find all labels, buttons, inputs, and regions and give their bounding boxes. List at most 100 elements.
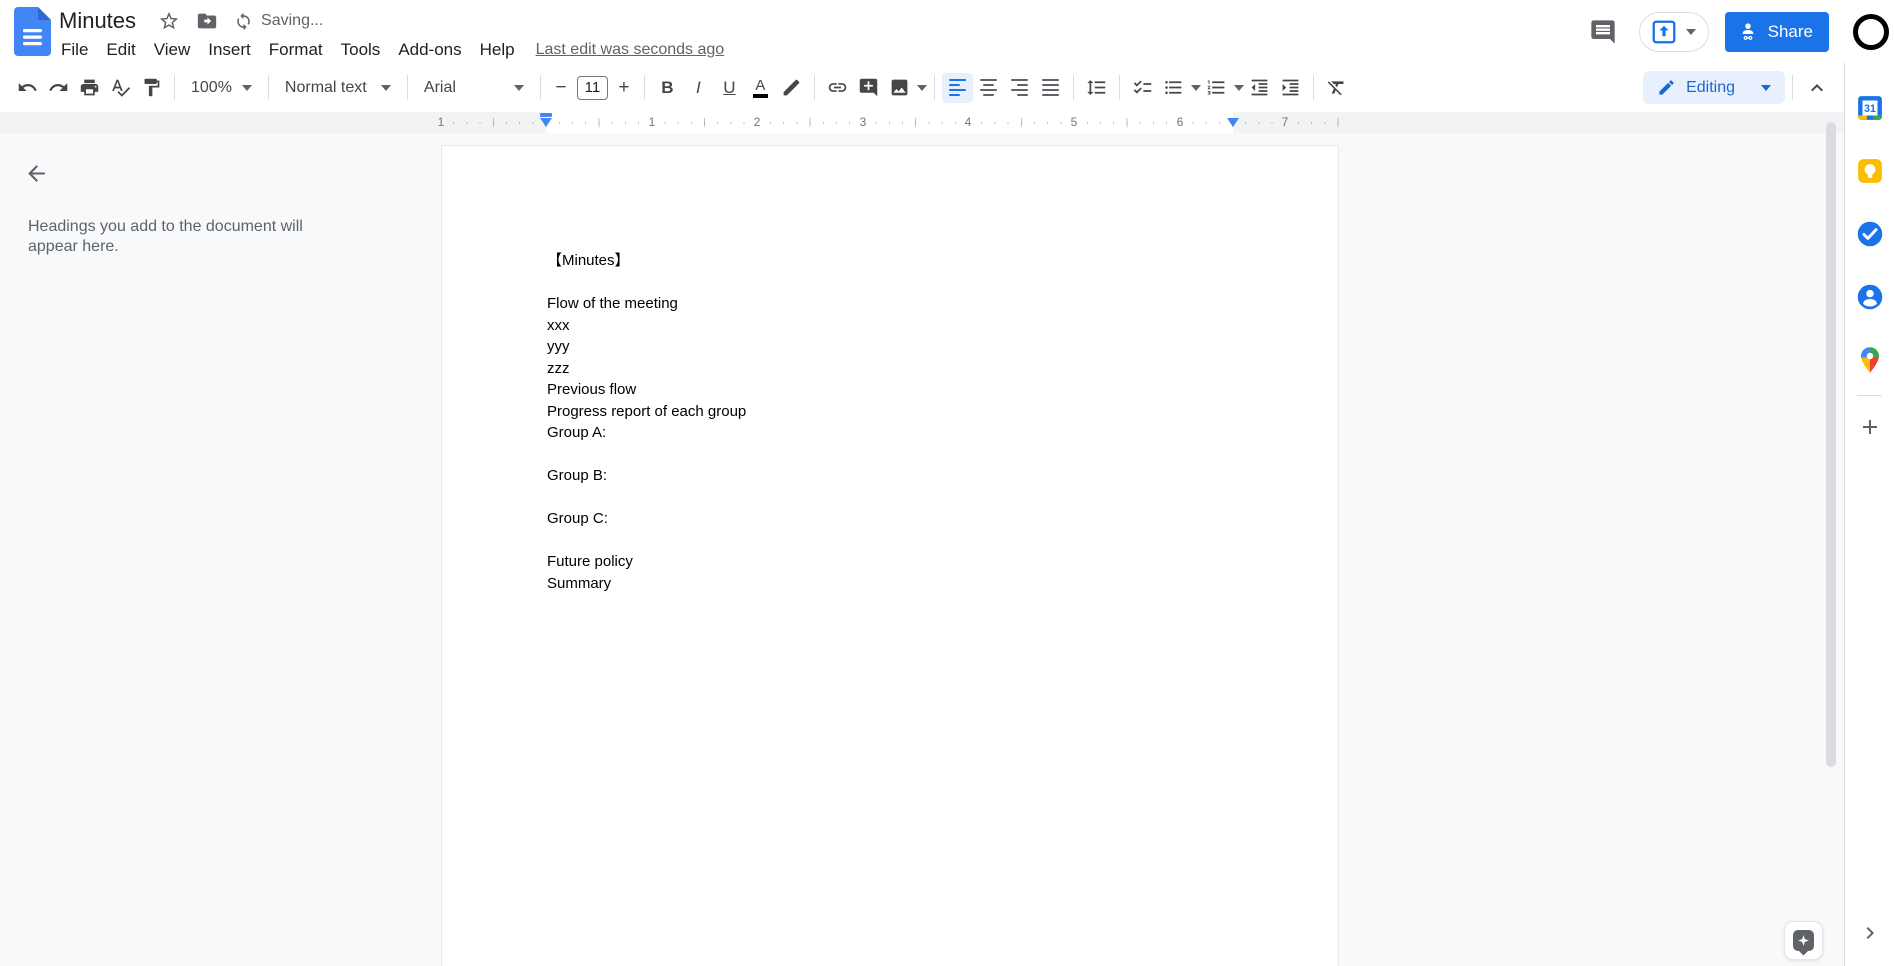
align-left-button[interactable]: [941, 72, 973, 103]
menu-addons[interactable]: Add-ons: [389, 37, 470, 63]
clear-formatting-button[interactable]: [1321, 73, 1352, 103]
doc-line[interactable]: yyy: [547, 336, 746, 358]
google-contacts-icon[interactable]: [1855, 282, 1885, 312]
doc-line[interactable]: 【Minutes】: [547, 250, 746, 272]
google-maps-icon[interactable]: [1855, 345, 1885, 375]
saving-status: Saving...: [234, 12, 323, 31]
zoom-select[interactable]: 100%: [182, 73, 261, 103]
toolbar-separator: [539, 75, 541, 100]
undo-button[interactable]: [12, 73, 43, 103]
paint-format-button[interactable]: [136, 73, 167, 103]
paragraph-style-select[interactable]: Normal text: [276, 73, 400, 103]
redo-button[interactable]: [43, 73, 74, 103]
justify-button[interactable]: [1035, 73, 1066, 103]
toolbar-separator: [1312, 75, 1314, 100]
align-right-icon: [1010, 79, 1028, 96]
comment-history-icon[interactable]: [1589, 18, 1617, 46]
side-panel: 31: [1844, 63, 1894, 966]
move-folder-icon[interactable]: [196, 10, 218, 32]
mode-label: Editing: [1686, 78, 1735, 96]
first-line-indent-marker[interactable]: [540, 113, 552, 117]
menu-view[interactable]: View: [145, 37, 200, 63]
docs-logo[interactable]: [14, 7, 51, 56]
share-label: Share: [1767, 21, 1813, 41]
checklist-button[interactable]: [1127, 73, 1158, 103]
vertical-scrollbar[interactable]: [1826, 122, 1836, 767]
doc-line[interactable]: Group C:: [547, 508, 746, 530]
present-icon: [1652, 20, 1676, 43]
avatar[interactable]: [1853, 13, 1889, 50]
doc-line[interactable]: zzz: [547, 358, 746, 380]
title-row: Minutes Saving...: [59, 8, 323, 34]
hide-side-panel-button[interactable]: [1858, 921, 1882, 945]
bulleted-list-button[interactable]: [1158, 73, 1189, 103]
bulleted-list-caret-icon[interactable]: [1190, 84, 1201, 91]
close-outline-button[interactable]: [18, 155, 54, 191]
header: Minutes Saving... File Edit View Insert …: [0, 0, 1894, 63]
google-keep-icon[interactable]: [1855, 156, 1885, 186]
menu-insert[interactable]: Insert: [199, 37, 260, 63]
doc-line[interactable]: xxx: [547, 315, 746, 337]
doc-line[interactable]: [547, 487, 746, 509]
menu-file[interactable]: File: [52, 37, 97, 63]
doc-line[interactable]: [547, 444, 746, 466]
doc-line[interactable]: Group B:: [547, 465, 746, 487]
google-calendar-icon[interactable]: 31: [1855, 93, 1885, 123]
font-value: Arial: [423, 78, 456, 96]
document-text[interactable]: 【Minutes】 Flow of the meeting xxx yyy zz…: [547, 250, 746, 594]
text-color-button[interactable]: A: [745, 73, 776, 103]
image-caret-icon[interactable]: [916, 84, 927, 91]
edit-mode-icon: [1659, 80, 1674, 95]
align-right-button[interactable]: [1004, 73, 1035, 103]
italic-button[interactable]: I: [683, 73, 714, 103]
star-icon[interactable]: [158, 10, 180, 32]
mode-select[interactable]: Editing: [1643, 71, 1785, 104]
explore-button[interactable]: [1784, 921, 1823, 960]
decrease-font-size-button[interactable]: −: [548, 73, 574, 103]
increase-font-size-button[interactable]: +: [611, 73, 637, 103]
font-size-input[interactable]: 11: [576, 75, 608, 100]
google-tasks-icon[interactable]: [1855, 219, 1885, 249]
numbered-list-button[interactable]: [1201, 73, 1232, 103]
toolbar: 100% Normal text Arial − 11 + B I U A Ed…: [0, 63, 1844, 112]
doc-line[interactable]: Group A:: [547, 422, 746, 444]
outline-placeholder: Headings you add to the document will ap…: [28, 218, 303, 255]
menu-edit[interactable]: Edit: [97, 37, 144, 63]
menu-format[interactable]: Format: [260, 37, 332, 63]
toolbar-separator: [813, 75, 815, 100]
share-button[interactable]: Share: [1724, 11, 1829, 52]
print-button[interactable]: [74, 73, 105, 103]
document-page[interactable]: 【Minutes】 Flow of the meeting xxx yyy zz…: [441, 145, 1339, 966]
underline-button[interactable]: U: [714, 73, 745, 103]
decrease-indent-button[interactable]: [1244, 73, 1275, 103]
doc-line[interactable]: Progress report of each group: [547, 401, 746, 423]
svg-text:31: 31: [1864, 103, 1876, 115]
align-center-button[interactable]: [973, 73, 1004, 103]
doc-line[interactable]: Future policy: [547, 551, 746, 573]
doc-line[interactable]: Flow of the meeting: [547, 293, 746, 315]
bold-button[interactable]: B: [652, 73, 683, 103]
increase-indent-button[interactable]: [1275, 73, 1306, 103]
insert-image-button[interactable]: [884, 73, 915, 103]
menu-tools[interactable]: Tools: [332, 37, 390, 63]
insert-link-button[interactable]: [822, 73, 853, 103]
doc-line[interactable]: Previous flow: [547, 379, 746, 401]
paragraph-style-value: Normal text: [284, 78, 367, 96]
last-edit-link[interactable]: Last edit was seconds ago: [536, 41, 725, 59]
collapse-toolbar-button[interactable]: [1800, 71, 1834, 105]
right-indent-marker[interactable]: [1227, 118, 1239, 127]
doc-line[interactable]: Summary: [547, 573, 746, 595]
highlight-button[interactable]: [776, 73, 807, 103]
add-addon-button[interactable]: [1858, 415, 1882, 439]
numbered-list-caret-icon[interactable]: [1233, 84, 1244, 91]
doc-line[interactable]: [547, 272, 746, 294]
present-button[interactable]: [1638, 11, 1709, 52]
doc-line[interactable]: [547, 530, 746, 552]
menu-help[interactable]: Help: [471, 37, 524, 63]
document-title[interactable]: Minutes: [59, 8, 136, 34]
line-spacing-button[interactable]: [1081, 73, 1112, 103]
left-indent-marker[interactable]: [540, 118, 552, 127]
add-comment-button[interactable]: [853, 73, 884, 103]
font-select[interactable]: Arial: [415, 73, 533, 103]
spellcheck-button[interactable]: [105, 73, 136, 103]
